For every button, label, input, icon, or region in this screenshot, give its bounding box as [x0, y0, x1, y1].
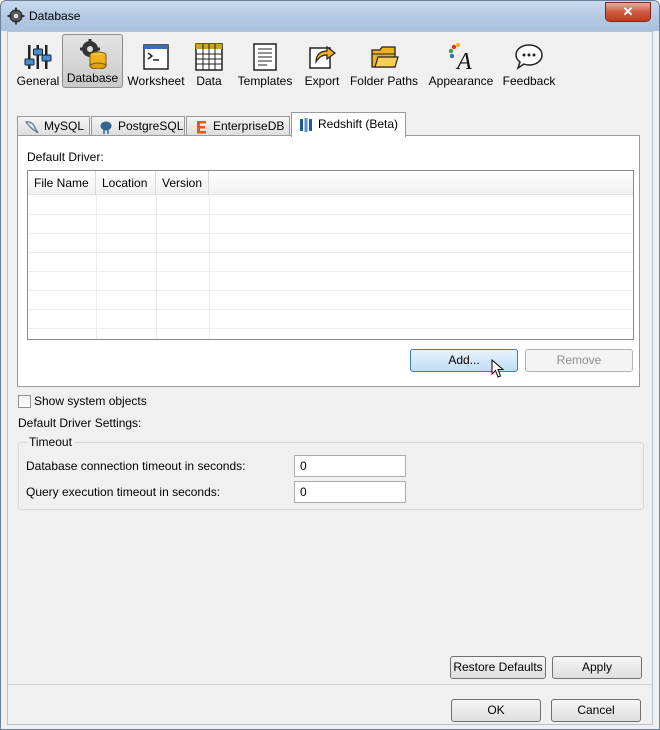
template-icon [253, 43, 277, 71]
speech-bubble-icon [515, 44, 543, 70]
grid-line [28, 233, 633, 234]
toolbar-templates-label: Templates [237, 74, 293, 88]
remove-button[interactable]: Remove [525, 349, 633, 372]
query-timeout-label: Query execution timeout in seconds: [26, 485, 221, 499]
mouse-cursor-icon [491, 359, 505, 378]
timeout-group: Timeout Database connection timeout in s… [18, 435, 644, 510]
grid-line [96, 195, 97, 339]
connection-timeout-input[interactable]: 0 [294, 455, 406, 477]
restore-defaults-button[interactable]: Restore Defaults [450, 656, 546, 679]
gear-app-icon [7, 7, 25, 25]
toolbar-appearance-label: Appearance [428, 74, 494, 88]
export-icon [309, 45, 336, 69]
close-button[interactable]: ✕ [605, 2, 651, 22]
folder-icon [371, 46, 399, 68]
tab-enterprisedb-label: EnterpriseDB [213, 119, 285, 133]
show-system-objects-label[interactable]: Show system objects [34, 394, 147, 408]
tab-redshift[interactable]: Redshift (Beta) [291, 112, 406, 137]
database-gear-icon [79, 39, 106, 69]
toolbar-folder-paths-label: Folder Paths [349, 74, 419, 88]
edb-icon [197, 121, 206, 134]
toolbar-data[interactable]: Data [193, 38, 225, 90]
column-header-version[interactable]: Version [156, 171, 209, 195]
tab-mysql-label: MySQL [44, 119, 85, 133]
preferences-window: Database ✕ General Database Worksheet Da… [0, 0, 660, 730]
grid-line [28, 290, 633, 291]
connection-timeout-label: Database connection timeout in seconds: [26, 459, 246, 473]
grid-line [156, 195, 157, 339]
show-system-objects-checkbox[interactable] [18, 395, 31, 408]
tab-redshift-label: Redshift (Beta) [318, 117, 399, 131]
grid-line [28, 252, 633, 253]
sliders-icon [24, 45, 52, 69]
query-timeout-input[interactable]: 0 [294, 481, 406, 503]
column-header-location[interactable]: Location [96, 171, 156, 195]
tab-postgresql-label: PostgreSQL [118, 119, 184, 133]
toolbar-export-label: Export [304, 74, 340, 88]
default-driver-label: Default Driver: [27, 150, 104, 164]
appearance-icon: A [448, 42, 472, 72]
window-title: Database [29, 9, 81, 23]
redshift-panel: Default Driver: File Name Location Versi… [17, 135, 640, 387]
toolbar-folder-paths[interactable]: Folder Paths [349, 38, 419, 90]
toolbar-templates[interactable]: Templates [232, 38, 298, 90]
toolbar-general[interactable]: General [16, 38, 60, 90]
grid-icon [195, 43, 223, 71]
toolbar-feedback[interactable]: Feedback [501, 38, 557, 90]
dolphin-icon [24, 121, 39, 134]
toolbar-general-label: General [16, 74, 60, 88]
ok-button[interactable]: OK [451, 699, 541, 722]
toolbar-database[interactable]: Database [62, 34, 123, 88]
close-icon: ✕ [622, 4, 634, 19]
grid-line [209, 195, 210, 339]
toolbar-worksheet-label: Worksheet [127, 74, 185, 88]
table-header: File Name Location Version [28, 171, 633, 195]
column-header-file-name[interactable]: File Name [28, 171, 96, 195]
toolbar-feedback-label: Feedback [502, 74, 556, 88]
title-bar[interactable]: Database ✕ [1, 1, 659, 31]
cancel-button[interactable]: Cancel [551, 699, 641, 722]
terminal-icon [143, 44, 169, 70]
tab-postgresql[interactable]: PostgreSQL [91, 116, 185, 136]
toolbar-export[interactable]: Export [302, 38, 342, 90]
redshift-icon [300, 118, 312, 132]
toolbar-database-label: Database [66, 71, 119, 85]
tab-enterprisedb[interactable]: EnterpriseDB [186, 116, 290, 136]
toolbar-appearance[interactable]: A Appearance [427, 38, 495, 90]
toolbar-data-label: Data [196, 74, 222, 88]
separator [8, 684, 652, 685]
grid-line [28, 214, 633, 215]
grid-line [28, 271, 633, 272]
elephant-icon [99, 120, 113, 134]
grid-line [28, 309, 633, 310]
apply-button[interactable]: Apply [552, 656, 642, 679]
driver-table[interactable]: File Name Location Version [27, 170, 634, 340]
default-driver-settings-label: Default Driver Settings: [18, 416, 142, 430]
svg-text:A: A [455, 49, 472, 72]
content-area: General Database Worksheet Data Template… [7, 31, 653, 725]
tab-mysql[interactable]: MySQL [17, 116, 90, 136]
timeout-group-title: Timeout [27, 435, 74, 449]
preferences-toolbar: General Database Worksheet Data Template… [16, 34, 616, 90]
toolbar-worksheet[interactable]: Worksheet [126, 38, 186, 90]
grid-line [28, 328, 633, 329]
